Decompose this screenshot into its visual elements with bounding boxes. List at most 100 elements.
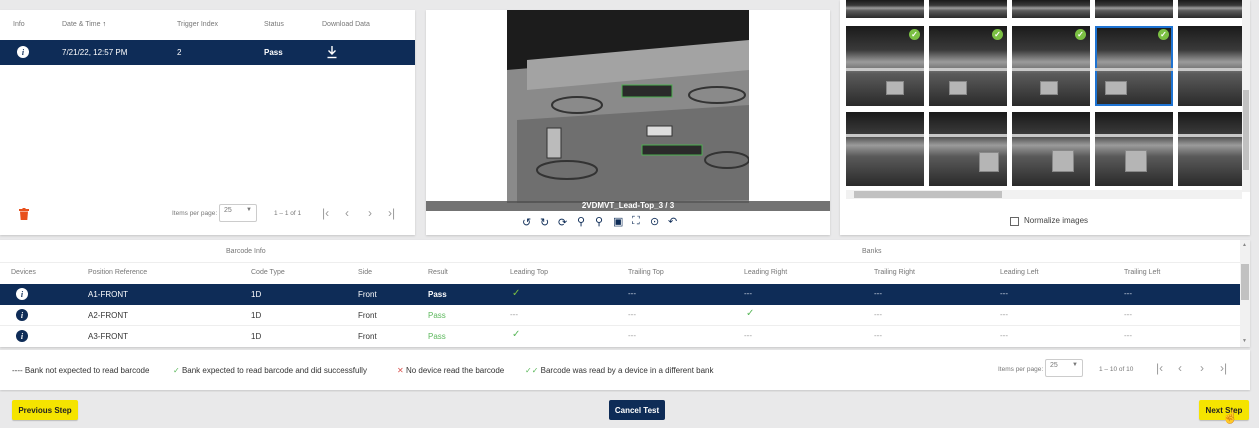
thumbnail-partial-2[interactable] [929, 0, 1007, 18]
items-per-page-value: 25 [1050, 362, 1058, 369]
col-header-status: Status [264, 21, 284, 28]
row-position: A1-FRONT [88, 290, 128, 299]
thumbnail[interactable] [846, 112, 924, 186]
table-row[interactable]: i A3-FRONT 1D Front Pass ✓ --- --- --- -… [0, 326, 1240, 346]
previous-step-button[interactable]: Previous Step [12, 400, 78, 420]
label-box [1105, 81, 1127, 95]
col-position: Position Reference [88, 269, 148, 276]
col-header-date[interactable]: Date & Time ↑ [62, 21, 106, 28]
cell-trailing-top: --- [628, 310, 636, 319]
vertical-scrollbar[interactable] [1242, 0, 1250, 192]
download-icon[interactable] [326, 45, 338, 59]
rail [1012, 68, 1090, 71]
prev-page-icon[interactable]: ‹ [1178, 361, 1182, 375]
check-icon: ✓ [173, 366, 180, 375]
chevron-down-icon: ▼ [246, 207, 252, 213]
image-caption: 2VDMVT_Lead-Top_3 / 3 [426, 201, 830, 211]
rotate-ccw-icon[interactable]: ↺ [522, 216, 531, 229]
label-box [1052, 150, 1074, 172]
hand-cursor-icon: ☝ [1222, 409, 1239, 424]
legend-expected: ✓ Bank expected to read barcode and did … [173, 366, 367, 375]
legend-different-bank: ✓✓ Barcode was read by a device in a dif… [525, 366, 714, 375]
zoom-out-icon[interactable]: ⚲ [595, 215, 603, 228]
cell-leading-top: ✓ [512, 288, 521, 299]
row-side: Front [358, 332, 377, 341]
info-icon[interactable]: i [17, 46, 29, 58]
cell-leading-top: ✓ [512, 329, 521, 340]
center-icon[interactable]: ⊙ [650, 215, 659, 228]
normalize-checkbox[interactable] [1010, 217, 1019, 226]
items-per-page-value: 25 [224, 207, 232, 214]
cell-leading-right: --- [744, 331, 752, 340]
scrollbar-thumb[interactable] [1241, 264, 1249, 300]
rotate-cw-icon[interactable]: ↻ [540, 216, 549, 229]
cancel-test-button[interactable]: Cancel Test [609, 400, 665, 420]
table-row[interactable]: i A1-FRONT 1D Front Pass ✓ --- --- --- -… [0, 284, 1240, 305]
thumbnail-partial-4[interactable] [1095, 0, 1173, 18]
next-page-icon[interactable]: › [368, 206, 372, 220]
fullscreen-icon[interactable]: ⛶ [632, 215, 640, 228]
info-icon[interactable]: i [16, 288, 28, 300]
info-icon[interactable]: i [16, 330, 28, 342]
items-per-page-select[interactable]: 25 ▼ [1045, 359, 1083, 377]
row-side: Front [358, 311, 377, 320]
reset-icon[interactable]: ↶ [668, 215, 677, 228]
thumbnail[interactable] [929, 112, 1007, 186]
rail [1178, 134, 1242, 137]
thumbnail[interactable] [1178, 112, 1242, 186]
first-page-icon[interactable]: |‹ [322, 206, 329, 220]
footer-bar: Previous Step Cancel Test Next Step ☝ [0, 392, 1259, 428]
cell-leading-left: --- [1000, 331, 1008, 340]
rail [1012, 134, 1090, 137]
last-page-icon[interactable]: ›| [1220, 361, 1227, 375]
rail [846, 134, 924, 137]
image-viewer-panel: 2VDMVT_Lead-Top_3 / 3 ↺ ↻ ⟳ ⚲ ⚲ ▣ ⛶ ⊙ ↶ [426, 10, 830, 235]
prev-page-icon[interactable]: ‹ [345, 206, 349, 220]
thumbnail-partial-3[interactable] [1012, 0, 1090, 18]
table-row[interactable]: i A2-FRONT 1D Front Pass --- --- ✓ --- -… [0, 305, 1240, 326]
items-per-page-select[interactable]: 25 ▼ [219, 204, 257, 222]
col-code-type: Code Type [251, 269, 285, 276]
refresh-icon[interactable]: ⟳ [558, 216, 567, 229]
cell-leading-right: ✓ [746, 308, 755, 319]
next-page-icon[interactable]: › [1200, 361, 1204, 375]
camera-image[interactable] [507, 10, 749, 203]
first-page-icon[interactable]: |‹ [1156, 361, 1163, 375]
rail [1095, 134, 1173, 137]
thumbnail[interactable] [1012, 112, 1090, 186]
col-leading-left: Leading Left [1000, 269, 1039, 276]
info-icon[interactable]: i [16, 309, 28, 321]
thumbnail-partial-1[interactable] [846, 0, 924, 18]
legend-bar: ---- Bank not expected to read barcode ✓… [0, 350, 1250, 390]
scrollbar-thumb[interactable] [854, 191, 1002, 198]
rail [929, 134, 1007, 137]
thumbnail-selected[interactable]: ✓ [1095, 26, 1173, 106]
thumbnail-partial-5[interactable] [1178, 0, 1242, 18]
cell-leading-left: --- [1000, 289, 1008, 298]
col-trailing-left: Trailing Left [1124, 269, 1161, 276]
cell-trailing-left: --- [1124, 331, 1132, 340]
scroll-up-icon[interactable]: ▲ [1242, 242, 1247, 248]
bank-table-scrollbar[interactable]: ▲ ▼ [1240, 240, 1250, 347]
col-header-date-label: Date & Time [62, 21, 101, 28]
scrollbar-thumb[interactable] [1243, 90, 1249, 170]
thumbnail[interactable] [1095, 112, 1173, 186]
zoom-in-icon[interactable]: ⚲ [577, 215, 585, 228]
table-row[interactable]: i 7/21/22, 12:57 PM 2 Pass [0, 40, 415, 65]
horizontal-scrollbar[interactable] [846, 190, 1242, 199]
col-leading-right: Leading Right [744, 269, 788, 276]
scroll-down-icon[interactable]: ▼ [1242, 338, 1247, 344]
rail [846, 68, 924, 71]
thumbnail-grid: ✓ ✓ ✓ ✓ [846, 0, 1242, 192]
col-result: Result [428, 269, 448, 276]
thumbnail[interactable] [1178, 26, 1242, 106]
thumbnail[interactable]: ✓ [1012, 26, 1090, 106]
thumbnail[interactable]: ✓ [929, 26, 1007, 106]
check-icon: ✓ [909, 29, 920, 40]
thumbnail[interactable]: ✓ [846, 26, 924, 106]
delete-icon[interactable] [19, 207, 29, 220]
row-result: Pass [428, 290, 447, 299]
legend-expected-text: Bank expected to read barcode and did su… [181, 366, 367, 375]
last-page-icon[interactable]: ›| [388, 206, 395, 220]
fit-image-icon[interactable]: ▣ [613, 215, 623, 228]
